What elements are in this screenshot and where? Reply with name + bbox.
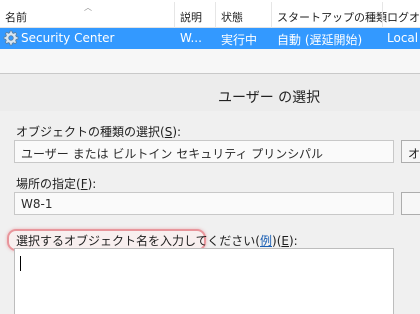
text-cursor — [20, 256, 21, 271]
table-row-security-center[interactable]: Security Center W... 実行中 自動 (遅延開始) Local — [0, 28, 420, 49]
dialog-title-bar[interactable]: ユーザー の選択 — [0, 74, 420, 111]
locations-button[interactable] — [401, 192, 420, 215]
dialog-title: ユーザー の選択 — [218, 90, 321, 106]
location-label: 場所の指定(F): — [16, 177, 97, 191]
location-field: W8-1 — [14, 192, 394, 215]
service-name: Security Center — [21, 31, 115, 45]
object-names-label: 選択するオブジェクト名を入力してください(例)(E): — [16, 234, 298, 248]
service-description: W... — [180, 31, 202, 45]
object-types-button[interactable]: オブ — [401, 140, 420, 163]
column-header-status[interactable]: 状態 — [221, 9, 243, 25]
column-divider[interactable] — [215, 2, 216, 28]
object-type-field: ユーザー または ビルトイン セキュリティ プリンシパル — [14, 140, 394, 163]
services-list-header: ︿ 名前 説明 状態 スタートアップの種類 ログオン — [0, 0, 420, 28]
column-header-logon[interactable]: ログオン — [387, 9, 420, 25]
gear-icon — [3, 30, 19, 46]
examples-link[interactable]: 例 — [260, 234, 272, 248]
column-divider[interactable] — [382, 2, 383, 28]
object-names-input[interactable] — [14, 248, 394, 314]
column-header-description[interactable]: 説明 — [180, 9, 202, 25]
column-header-startup-type[interactable]: スタートアップの種類 — [277, 9, 387, 25]
service-status: 実行中 — [221, 33, 258, 47]
object-type-label: オブジェクトの種類の選択(S): — [16, 125, 182, 139]
service-logon: Local — [387, 31, 419, 45]
column-divider[interactable] — [271, 2, 272, 28]
select-users-dialog: ユーザー の選択 オブジェクトの種類の選択(S): ユーザー または ビルトイン… — [0, 73, 420, 314]
column-divider[interactable] — [174, 2, 175, 28]
list-background — [0, 49, 420, 73]
column-header-name[interactable]: 名前 — [5, 9, 27, 25]
sort-ascending-icon: ︿ — [84, 3, 92, 12]
service-startup-type: 自動 (遅延開始) — [277, 33, 363, 47]
